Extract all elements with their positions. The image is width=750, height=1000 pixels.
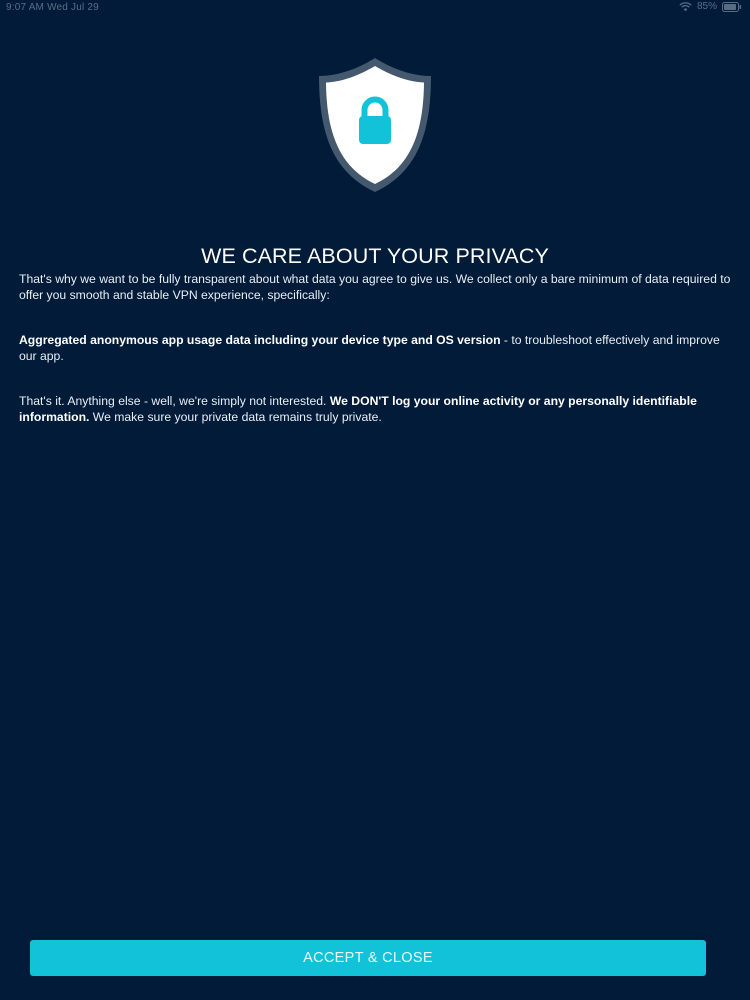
shield-lock-icon [314, 54, 436, 196]
usage-paragraph: Aggregated anonymous app usage data incl… [19, 332, 731, 364]
privacy-content: That's why we want to be fully transpare… [19, 271, 731, 425]
battery-icon [722, 1, 742, 12]
usage-bold-text: Aggregated anonymous app usage data incl… [19, 333, 501, 347]
intro-paragraph: That's why we want to be fully transpare… [19, 272, 731, 302]
closing-paragraph: That's it. Anything else - well, we're s… [19, 393, 731, 425]
closing-start-text: That's it. Anything else - well, we're s… [19, 394, 330, 408]
status-bar: 9:07 AM Wed Jul 29 85% [0, 0, 750, 16]
status-indicators: 85% [679, 1, 742, 12]
closing-end-text: We make sure your private data remains t… [89, 410, 382, 424]
accept-close-button[interactable]: ACCEPT & CLOSE [30, 940, 706, 976]
battery-percent: 85% [696, 1, 717, 12]
status-time-date: 9:07 AM Wed Jul 29 [6, 2, 99, 13]
page-title: WE CARE ABOUT YOUR PRIVACY [201, 244, 549, 269]
wifi-icon [679, 1, 692, 12]
